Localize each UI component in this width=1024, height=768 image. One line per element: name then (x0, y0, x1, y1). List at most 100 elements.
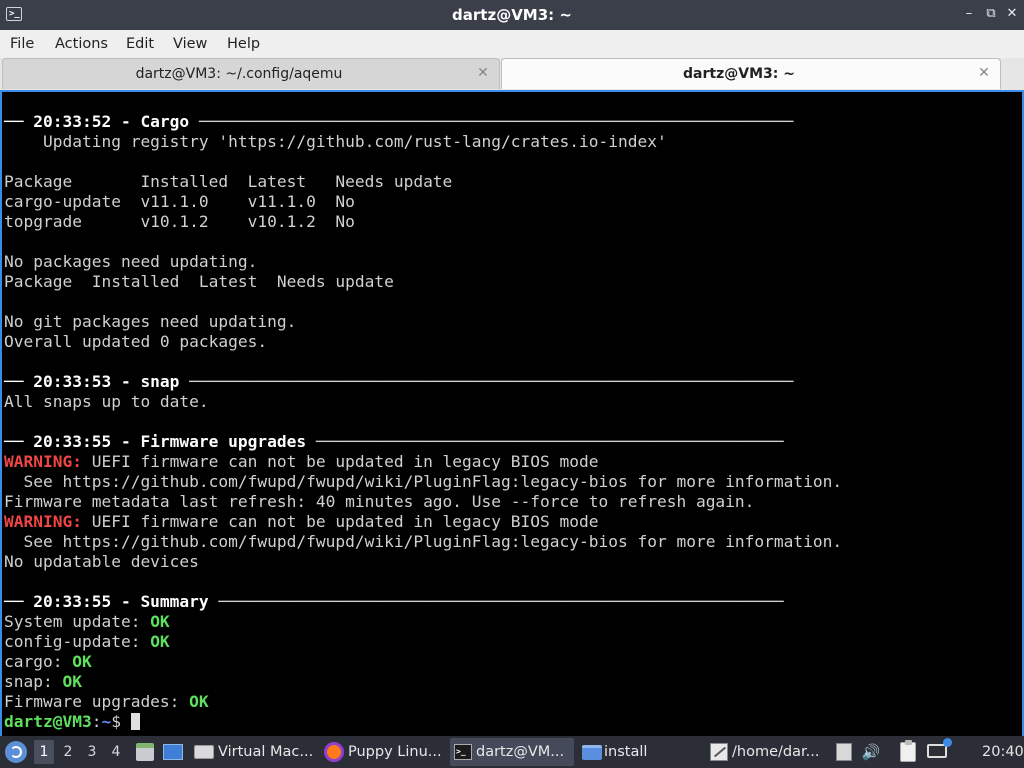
warning-label: WARNING: (4, 452, 82, 471)
terminal-line: All snaps up to date. (4, 392, 842, 412)
show-desktop-icon[interactable] (163, 744, 183, 760)
terminal-text: ────────────────────────────────────────… (189, 372, 794, 391)
keyboard-layout-icon[interactable] (836, 743, 852, 761)
file-manager-icon[interactable] (136, 743, 154, 761)
terminal-text: topgrade v10.1.2 v10.1.2 No (4, 212, 355, 231)
workspace-1[interactable]: 1 (34, 740, 54, 764)
terminal-line: System update: OK (4, 612, 842, 632)
task-firefox[interactable]: Puppy Linu... (320, 738, 444, 766)
terminal-line: ── 20:33:53 - snap ─────────────────────… (4, 372, 842, 392)
window-title: dartz@VM3: ~ (452, 6, 572, 24)
window-titlebar[interactable]: >_ dartz@VM3: ~ – ⧉ ✕ (0, 0, 1024, 30)
status-ok: OK (189, 692, 209, 711)
terminal-line: Firmware upgrades: OK (4, 692, 842, 712)
terminal-line: topgrade v10.1.2 v10.1.2 No (4, 212, 842, 232)
task-label: install (604, 744, 648, 760)
terminal-text: ────────────────────────────────────────… (218, 592, 784, 611)
terminal-text: ────────────────────────────────────────… (315, 432, 784, 451)
menu-view[interactable]: View (173, 30, 207, 58)
terminal-text: Firmware upgrades: (4, 692, 190, 711)
terminal-text: ── 20:33:52 - Cargo (4, 112, 199, 131)
task-terminal[interactable]: >_ dartz@VM... (450, 738, 574, 766)
menu-help[interactable]: Help (227, 30, 260, 58)
debian-menu-icon[interactable] (5, 741, 27, 763)
folder-icon (582, 745, 602, 760)
virtual-machine-icon (194, 745, 214, 759)
status-ok: OK (150, 612, 170, 631)
terminal-line: See https://github.com/fwupd/fwupd/wiki/… (4, 532, 842, 552)
terminal-text: See https://github.com/fwupd/fwupd/wiki/… (4, 472, 843, 491)
restore-icon[interactable]: ⧉ (984, 7, 998, 21)
terminal-line: snap: OK (4, 672, 842, 692)
terminal-line: No git packages need updating. (4, 312, 842, 332)
menu-actions[interactable]: Actions (55, 30, 108, 58)
terminal-text: snap: (4, 672, 63, 691)
task-label: Virtual Mac... (218, 744, 314, 760)
task-virtual-machine-manager[interactable]: Virtual Mac... (190, 738, 314, 766)
menu-bar: File Actions Edit View Help (0, 30, 1024, 58)
terminal-line: WARNING: UEFI firmware can not be update… (4, 512, 842, 532)
tab-label: dartz@VM3: ~/.config/aqemu (135, 66, 343, 82)
close-icon[interactable]: ✕ (1005, 7, 1019, 21)
terminal-text: No updatable devices (4, 552, 199, 571)
terminal-line: ── 20:33:55 - Firmware upgrades ────────… (4, 432, 842, 452)
close-icon[interactable]: ✕ (476, 66, 490, 80)
terminal-view[interactable]: ── 20:33:52 - Cargo ────────────────────… (0, 90, 1024, 736)
firefox-icon (324, 742, 344, 762)
tab-aqemu[interactable]: dartz@VM3: ~/.config/aqemu ✕ (2, 58, 500, 89)
menu-file[interactable]: File (10, 30, 34, 58)
terminal-line: See https://github.com/fwupd/fwupd/wiki/… (4, 472, 842, 492)
clipboard-icon[interactable] (900, 740, 916, 762)
clock[interactable]: 20:40 (982, 736, 1024, 768)
prompt-path: ~ (101, 712, 112, 731)
terminal-text: ── 20:33:55 - Firmware upgrades (4, 432, 316, 451)
task-text-editor[interactable]: /home/dar... (706, 738, 830, 766)
tab-home[interactable]: dartz@VM3: ~ ✕ (501, 58, 1001, 89)
terminal-text: Overall updated 0 packages. (4, 332, 268, 351)
minimize-icon[interactable]: – (962, 7, 976, 21)
workspace-2[interactable]: 2 (58, 740, 78, 764)
terminal-line: Package Installed Latest Needs update (4, 172, 842, 192)
terminal-output: ── 20:33:52 - Cargo ────────────────────… (4, 112, 842, 732)
terminal-text: config-update: (4, 632, 151, 651)
terminal-line: config-update: OK (4, 632, 842, 652)
terminal-text: Updating registry 'https://github.com/ru… (4, 132, 667, 151)
tab-bar: dartz@VM3: ~/.config/aqemu ✕ dartz@VM3: … (0, 58, 1024, 90)
close-icon[interactable]: ✕ (977, 66, 991, 80)
workspace-4[interactable]: 4 (106, 740, 126, 764)
terminal-text: Package Installed Latest Needs update (4, 172, 453, 191)
status-ok: OK (72, 652, 92, 671)
terminal-text: Package Installed Latest Needs update (4, 272, 394, 291)
shell-prompt[interactable]: dartz@VM3:~$ (4, 712, 842, 732)
status-ok: OK (62, 672, 82, 691)
terminal-line: Firmware metadata last refresh: 40 minut… (4, 492, 842, 512)
terminal-text: No packages need updating. (4, 252, 258, 271)
prompt-user-host: dartz@VM3 (4, 712, 92, 731)
terminal-text: cargo-update v11.1.0 v11.1.0 No (4, 192, 355, 211)
terminal-line: WARNING: UEFI firmware can not be update… (4, 452, 842, 472)
task-label: Puppy Linu... (348, 744, 442, 760)
text-editor-icon (710, 743, 728, 761)
terminal-text: ────────────────────────────────────────… (198, 112, 794, 131)
volume-icon[interactable]: 🔊 (861, 742, 881, 762)
network-icon[interactable] (927, 738, 952, 758)
terminal-icon: >_ (454, 744, 472, 760)
terminal-text: UEFI firmware can not be updated in lega… (81, 452, 599, 471)
terminal-text: All snaps up to date. (4, 392, 209, 411)
status-ok: OK (150, 632, 170, 651)
task-folder-install[interactable]: install (578, 738, 702, 766)
terminal-text: UEFI firmware can not be updated in lega… (81, 512, 599, 531)
terminal-line: Overall updated 0 packages. (4, 332, 842, 352)
prompt-separator: : (91, 712, 102, 731)
menu-edit[interactable]: Edit (126, 30, 154, 58)
prompt-symbol: $ (111, 712, 131, 731)
terminal-line: Updating registry 'https://github.com/ru… (4, 132, 842, 152)
terminal-line: No updatable devices (4, 552, 842, 572)
workspace-3[interactable]: 3 (82, 740, 102, 764)
